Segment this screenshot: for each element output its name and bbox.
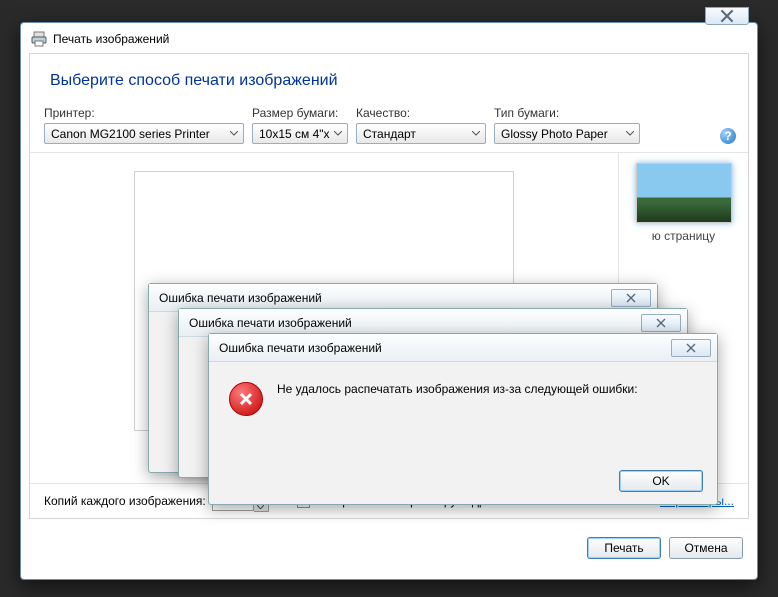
printer-icon <box>31 31 47 47</box>
paper-size-value: 10x15 см 4"x <box>259 127 330 141</box>
help-icon[interactable]: ? <box>720 128 736 144</box>
layout-thumbnail[interactable] <box>636 163 732 223</box>
quality-value: Стандарт <box>363 127 416 141</box>
paper-size-label: Размер бумаги: <box>252 106 348 120</box>
chevron-down-icon <box>226 131 241 136</box>
error-message: Не удалось распечатать изображения из-за… <box>277 382 638 396</box>
paper-type-label: Тип бумаги: <box>494 106 640 120</box>
printer-label: Принтер: <box>44 106 244 120</box>
chevron-down-icon <box>468 131 483 136</box>
error-dialog: Ошибка печати изображений Не удалось рас… <box>208 333 718 505</box>
error-icon <box>229 382 263 416</box>
quality-combo[interactable]: Стандарт <box>356 123 486 144</box>
error-dialog-title: Ошибка печати изображений <box>219 341 382 355</box>
error-dialog-title: Ошибка печати изображений <box>189 316 352 330</box>
print-button[interactable]: Печать <box>587 537 661 559</box>
print-settings-row: Принтер: Canon MG2100 series Printer Раз… <box>30 106 748 153</box>
cancel-button[interactable]: Отмена <box>669 537 743 559</box>
paper-type-value: Glossy Photo Paper <box>501 127 608 141</box>
page-heading: Выберите способ печати изображений <box>30 54 748 106</box>
window-close-button[interactable] <box>705 7 749 25</box>
error-close-button[interactable] <box>611 289 651 307</box>
close-icon <box>686 343 696 353</box>
printer-value: Canon MG2100 series Printer <box>51 127 210 141</box>
error-close-button[interactable] <box>641 314 681 332</box>
close-icon <box>656 318 666 328</box>
error-ok-button[interactable]: OK <box>619 470 703 492</box>
chevron-down-icon <box>622 131 637 136</box>
window-title-bar: Печать изображений <box>21 23 757 53</box>
close-icon <box>720 9 734 23</box>
chevron-down-icon <box>330 131 345 136</box>
close-icon <box>626 293 636 303</box>
error-dialog-titlebar: Ошибка печати изображений <box>209 334 717 362</box>
paper-size-combo[interactable]: 10x15 см 4"x <box>252 123 348 144</box>
error-dialog-title: Ошибка печати изображений <box>159 291 322 305</box>
printer-combo[interactable]: Canon MG2100 series Printer <box>44 123 244 144</box>
error-dialog-body: Не удалось распечатать изображения из-за… <box>209 362 717 462</box>
dialog-buttons: Печать Отмена <box>21 527 757 569</box>
paper-type-combo[interactable]: Glossy Photo Paper <box>494 123 640 144</box>
quality-label: Качество: <box>356 106 486 120</box>
copies-label: Копий каждого изображения: <box>44 494 206 508</box>
window-title: Печать изображений <box>53 32 169 46</box>
layout-thumbnail-label: ю страницу <box>652 229 715 243</box>
error-close-button[interactable] <box>671 339 711 357</box>
